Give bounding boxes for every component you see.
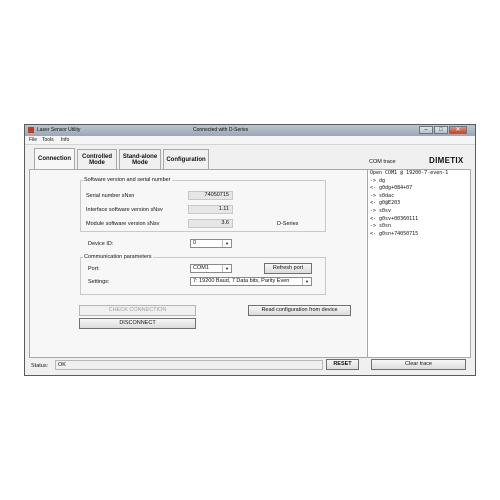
trace-line: -> s0sn (370, 223, 392, 230)
interface-version-label: Interface software version sNsv (86, 207, 163, 213)
trace-line: <- g0sn+74050715 (370, 230, 419, 237)
status-field: OK (55, 360, 323, 370)
close-button[interactable]: ✕ (449, 126, 467, 134)
settings-label: Settings: (88, 279, 110, 285)
reset-button[interactable]: RESET (326, 359, 359, 370)
menu-tools[interactable]: Tools (42, 137, 54, 143)
port-select[interactable]: COM1 ▼ (190, 264, 232, 273)
minimize-button[interactable]: – (419, 126, 433, 134)
trace-line: <- g0sv+00360111 (370, 215, 419, 222)
check-connection-button[interactable]: CHECK CONNECTION (79, 305, 196, 316)
tab-controlled-mode[interactable]: Controlled Mode (77, 149, 117, 169)
refresh-port-button[interactable]: Refresh port (264, 263, 312, 274)
disconnect-button[interactable]: DISCONNECT (79, 318, 196, 329)
tab-stand-alone-mode[interactable]: Stand-alone Mode (119, 149, 161, 169)
com-trace-title: COM trace (369, 159, 396, 165)
read-configuration-button[interactable]: Read configuration from device (248, 305, 351, 316)
module-version-field: 3.6 (188, 219, 233, 228)
device-id-value: 0 (193, 240, 197, 246)
app-icon (28, 127, 34, 133)
brand-text: DIMETIX (429, 156, 464, 165)
tab-connection[interactable]: Connection (34, 148, 75, 170)
serial-number-label: Serial number sNsn (86, 193, 135, 199)
dimetix-logo: DIMETIX (429, 156, 464, 165)
port-label: Port: (88, 266, 100, 272)
trace-line: Open COM1 @ 19200-7-even-1 (370, 170, 449, 176)
connection-panel: Software version and serial number Seria… (29, 169, 387, 358)
clear-trace-button[interactable]: Clear trace (371, 359, 466, 370)
app-window: Laser Sensor Utility Connected with D-Se… (24, 124, 476, 376)
chevron-down-icon: ▼ (222, 240, 231, 247)
settings-value: 7: 19200 Baud, 7 Data bits, Parity Even (193, 278, 290, 284)
module-version-label: Module software version sNsv (86, 221, 160, 227)
menu-info[interactable]: Info (61, 137, 69, 143)
device-id-select[interactable]: 0 ▼ (190, 239, 232, 248)
settings-select[interactable]: 7: 19200 Baud, 7 Data bits, Parity Even … (190, 277, 312, 286)
trace-line: -> s0sv (370, 207, 392, 214)
menu-bar: File Tools Info (25, 136, 475, 145)
series-label: D-Series (277, 221, 299, 227)
interface-version-field: 1.11 (188, 205, 233, 214)
window-title: Laser Sensor Utility (37, 127, 81, 133)
device-id-label: Device ID: (88, 241, 114, 247)
status-label: Status: (31, 363, 49, 369)
communication-group: Communication parameters Port: COM1 ▼ Re… (80, 254, 326, 295)
software-version-group: Software version and serial number Seria… (80, 177, 326, 232)
port-value: COM1 (193, 265, 209, 271)
menu-file[interactable]: File (29, 137, 37, 143)
trace-line: -> dg (370, 177, 386, 184)
connection-status-title: Connected with D-Series (193, 127, 249, 133)
trace-line: <- g0@E203 (370, 200, 401, 207)
title-bar[interactable]: Laser Sensor Utility Connected with D-Se… (25, 125, 475, 136)
chevron-down-icon: ▼ (222, 265, 231, 272)
com-trace-log[interactable]: Open COM1 @ 19200-7-even-1 -> dg <- g0dg… (367, 169, 471, 358)
trace-line: -> s0dac (370, 192, 395, 199)
tab-configuration[interactable]: Configuration (163, 149, 209, 169)
maximize-button[interactable]: □ (434, 126, 448, 134)
software-group-title: Software version and serial number (83, 177, 172, 183)
communication-group-title: Communication parameters (83, 254, 153, 260)
serial-number-field: 74050715 (188, 191, 233, 200)
chevron-down-icon: ▼ (302, 278, 311, 285)
trace-line: <- g0dg+084+07 (370, 185, 413, 192)
